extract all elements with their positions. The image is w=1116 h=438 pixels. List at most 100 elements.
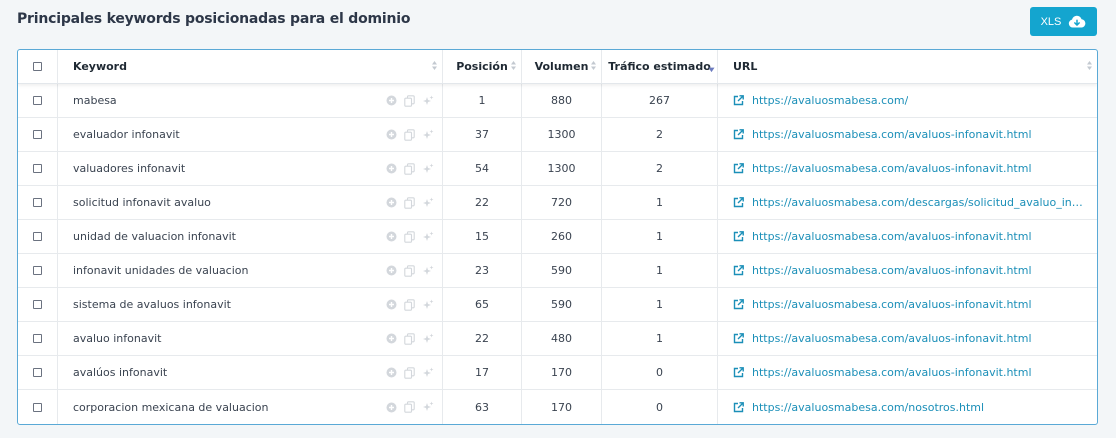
copy-icon[interactable]	[404, 366, 415, 379]
keyword-text: avalúos infonavit	[73, 366, 168, 379]
keyword-actions	[386, 332, 434, 345]
position-cell: 1	[443, 84, 522, 117]
row-checkbox[interactable]	[33, 130, 42, 139]
traffic-cell: 2	[602, 152, 718, 185]
keyword-actions	[386, 94, 434, 107]
volume-cell: 170	[522, 356, 602, 389]
url-link[interactable]: https://avaluosmabesa.com/avaluos-infona…	[752, 264, 1032, 277]
keyword-cell: valuadores infonavit	[58, 152, 443, 185]
add-circle-icon[interactable]	[386, 367, 397, 378]
xls-export-button[interactable]: XLS	[1030, 7, 1097, 36]
traffic-value: 2	[656, 128, 663, 141]
keyword-text: mabesa	[73, 94, 117, 107]
row-select-cell	[18, 220, 58, 253]
column-header-position[interactable]: Posición	[443, 50, 522, 83]
keyword-cell: solicitud infonavit avaluo	[58, 186, 443, 219]
url-link[interactable]: https://avaluosmabesa.com/avaluos-infona…	[752, 366, 1032, 379]
external-link-icon[interactable]	[733, 401, 744, 413]
copy-icon[interactable]	[404, 128, 415, 141]
add-circle-icon[interactable]	[386, 402, 397, 413]
external-link-icon[interactable]	[733, 231, 744, 242]
url-link[interactable]: https://avaluosmabesa.com/avaluos-infona…	[752, 332, 1032, 345]
add-circle-icon[interactable]	[386, 333, 397, 344]
external-link-icon[interactable]	[733, 265, 744, 276]
sparkle-icon[interactable]	[422, 163, 434, 175]
external-link-icon[interactable]	[733, 95, 744, 106]
sort-icon[interactable]	[510, 60, 517, 74]
url-link[interactable]: https://avaluosmabesa.com/avaluos-infona…	[752, 230, 1032, 243]
sparkle-icon[interactable]	[422, 367, 434, 379]
url-link[interactable]: https://avaluosmabesa.com/descargas/soli…	[752, 196, 1084, 209]
copy-icon[interactable]	[404, 94, 415, 107]
column-header-url[interactable]: URL	[718, 50, 1097, 83]
traffic-cell: 1	[602, 220, 718, 253]
url-link[interactable]: https://avaluosmabesa.com/avaluos-infona…	[752, 298, 1032, 311]
url-link[interactable]: https://avaluosmabesa.com/avaluos-infona…	[752, 162, 1032, 175]
sparkle-icon[interactable]	[422, 299, 434, 311]
copy-icon[interactable]	[404, 264, 415, 277]
copy-icon[interactable]	[404, 230, 415, 243]
sparkle-icon[interactable]	[422, 401, 434, 413]
row-checkbox[interactable]	[33, 402, 42, 412]
column-header-keyword[interactable]: Keyword	[58, 50, 443, 83]
sparkle-icon[interactable]	[422, 333, 434, 345]
row-checkbox[interactable]	[33, 300, 42, 309]
copy-icon[interactable]	[404, 196, 415, 209]
add-circle-icon[interactable]	[386, 163, 397, 174]
volume-cell: 480	[522, 322, 602, 355]
position-value: 63	[475, 400, 489, 414]
copy-icon[interactable]	[404, 332, 415, 345]
add-circle-icon[interactable]	[386, 299, 397, 310]
sort-icon[interactable]	[431, 60, 438, 74]
url-link[interactable]: https://avaluosmabesa.com/avaluos-infona…	[752, 128, 1032, 141]
page-title: Principales keywords posicionadas para e…	[17, 11, 411, 27]
url-link[interactable]: https://avaluosmabesa.com/nosotros.html	[752, 401, 984, 414]
row-checkbox[interactable]	[33, 266, 42, 275]
copy-icon[interactable]	[404, 401, 415, 413]
keyword-cell: avaluo infonavit	[58, 322, 443, 355]
column-header-volume[interactable]: Volumen	[522, 50, 602, 83]
copy-icon[interactable]	[404, 298, 415, 311]
sort-icon[interactable]	[1086, 60, 1093, 74]
volume-value: 880	[551, 94, 572, 107]
add-circle-icon[interactable]	[386, 265, 397, 276]
url-cell: https://avaluosmabesa.com/	[718, 84, 1097, 117]
external-link-icon[interactable]	[733, 299, 744, 310]
add-circle-icon[interactable]	[386, 95, 397, 106]
external-link-icon[interactable]	[733, 333, 744, 344]
url-link[interactable]: https://avaluosmabesa.com/	[752, 94, 908, 107]
column-header-traffic-label: Tráfico estimado	[608, 60, 711, 73]
row-checkbox[interactable]	[33, 232, 42, 241]
sparkle-icon[interactable]	[422, 129, 434, 141]
position-value: 1	[478, 94, 486, 107]
column-header-traffic[interactable]: Tráfico estimado	[602, 50, 718, 83]
row-checkbox[interactable]	[33, 198, 42, 207]
row-checkbox[interactable]	[33, 368, 42, 377]
traffic-value: 0	[656, 366, 663, 379]
add-circle-icon[interactable]	[386, 129, 397, 140]
sparkle-icon[interactable]	[422, 231, 434, 243]
row-checkbox[interactable]	[33, 334, 42, 343]
sparkle-icon[interactable]	[422, 95, 434, 107]
row-select-cell	[18, 254, 58, 287]
add-circle-icon[interactable]	[386, 197, 397, 208]
traffic-value: 0	[656, 400, 663, 414]
sort-icon[interactable]	[590, 60, 597, 74]
url-cell: https://avaluosmabesa.com/avaluos-infona…	[718, 220, 1097, 253]
position-value: 54	[475, 162, 489, 175]
sparkle-icon[interactable]	[422, 265, 434, 277]
external-link-icon[interactable]	[733, 129, 744, 140]
sort-descending-icon[interactable]	[708, 63, 715, 76]
external-link-icon[interactable]	[733, 197, 744, 208]
copy-icon[interactable]	[404, 162, 415, 175]
add-circle-icon[interactable]	[386, 231, 397, 242]
external-link-icon[interactable]	[733, 163, 744, 174]
row-checkbox[interactable]	[33, 164, 42, 173]
select-all-checkbox[interactable]	[33, 62, 42, 71]
position-cell: 17	[443, 356, 522, 389]
external-link-icon[interactable]	[733, 367, 744, 378]
keyword-cell: mabesa	[58, 84, 443, 117]
url-cell: https://avaluosmabesa.com/descargas/soli…	[718, 186, 1097, 219]
row-checkbox[interactable]	[33, 96, 42, 105]
sparkle-icon[interactable]	[422, 197, 434, 209]
